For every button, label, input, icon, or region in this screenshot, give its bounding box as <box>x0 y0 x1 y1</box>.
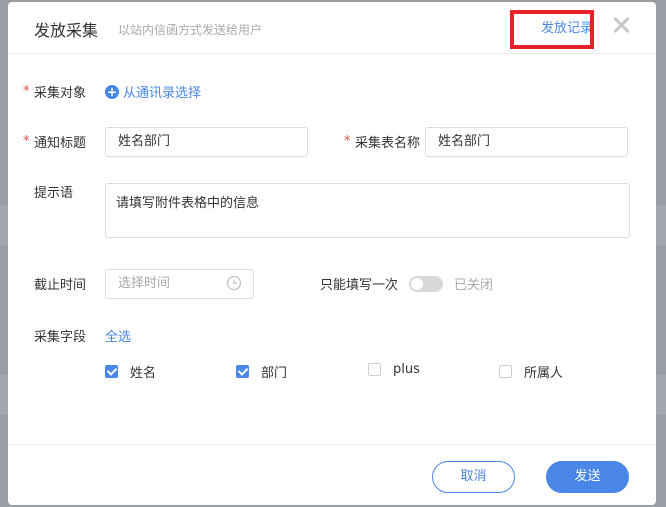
dialog-title: 发放采集 <box>34 21 99 40</box>
field-checkbox-item[interactable]: 部门 <box>236 362 287 381</box>
fill-once-label: 只能填写一次 <box>320 278 399 293</box>
field-checkbox-item[interactable]: plus <box>368 362 420 377</box>
close-icon[interactable] <box>609 13 633 37</box>
deadline-label: 截止时间 <box>34 278 87 293</box>
field-checkbox-label: 姓名 <box>130 366 157 381</box>
plus-circle-icon: + <box>105 84 119 99</box>
field-checkbox-item[interactable]: 姓名 <box>105 362 156 381</box>
dialog-header: 发放采集 以站内信函方式发送给用户 发放记录 <box>8 2 656 54</box>
notice-title-label: 通知标题 <box>34 136 87 151</box>
target-label: 采集对象 <box>34 86 87 101</box>
required-asterisk: * <box>23 134 30 149</box>
fill-once-toggle[interactable] <box>409 276 443 292</box>
field-checkbox-label: 所属人 <box>524 366 564 381</box>
checkbox[interactable] <box>105 365 118 378</box>
required-asterisk: * <box>23 84 30 99</box>
deadline-placeholder: 选择时间 <box>118 276 171 291</box>
checkbox[interactable] <box>368 363 381 376</box>
field-checkbox-label: plus <box>393 362 420 377</box>
prompt-textarea[interactable]: 请填写附件表格中的信息 <box>105 183 630 238</box>
select-from-contacts-label: 从通讯录选择 <box>123 86 202 101</box>
form-name-label: 采集表名称 <box>355 136 421 151</box>
fill-once-state: 已关闭 <box>454 278 494 293</box>
send-collection-dialog: 发放采集 以站内信函方式发送给用户 发放记录 * 采集对象 + 从通讯录选择 *… <box>8 2 656 505</box>
clock-icon <box>226 275 242 291</box>
checkbox[interactable] <box>236 365 249 378</box>
required-asterisk: * <box>344 134 351 149</box>
send-record-link[interactable]: 发放记录 <box>541 17 593 36</box>
select-all-link[interactable]: 全选 <box>105 326 131 345</box>
form-name-input[interactable]: 姓名部门 <box>425 127 628 157</box>
field-checkbox-label: 部门 <box>261 366 288 381</box>
field-checkbox-item[interactable]: 所属人 <box>499 362 563 381</box>
toggle-knob <box>411 278 423 290</box>
notice-title-input[interactable]: 姓名部门 <box>105 127 308 157</box>
footer-divider <box>8 444 656 445</box>
select-from-contacts-link[interactable]: + 从通讯录选择 <box>105 82 201 101</box>
prompt-label: 提示语 <box>34 186 74 201</box>
fields-label: 采集字段 <box>34 330 87 345</box>
send-button[interactable]: 发送 <box>546 461 629 493</box>
dialog-subtitle: 以站内信函方式发送给用户 <box>118 23 263 37</box>
cancel-button[interactable]: 取消 <box>432 461 515 493</box>
checkbox[interactable] <box>499 365 512 378</box>
